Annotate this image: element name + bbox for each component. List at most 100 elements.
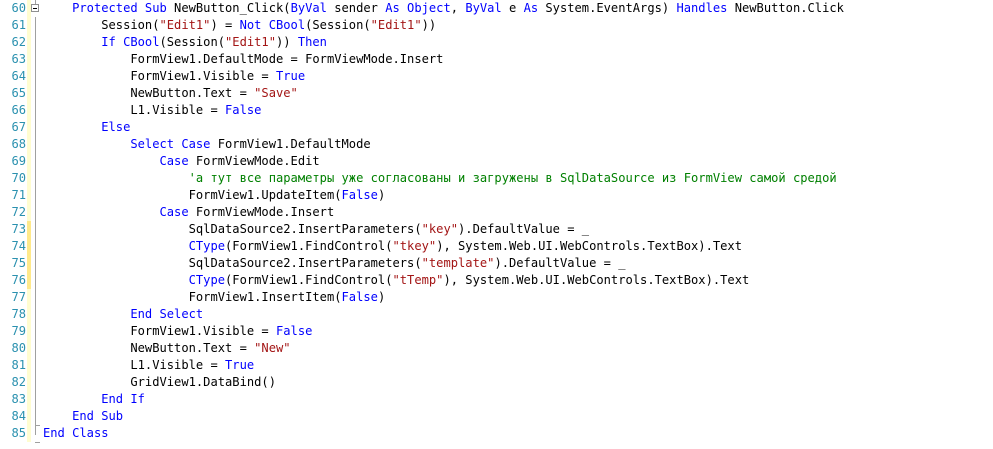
code-text[interactable]: Else — [43, 119, 130, 136]
plain-token: System.EventArgs) — [538, 1, 677, 15]
code-text[interactable]: 'а тут все параметры уже согласованы и з… — [43, 170, 837, 187]
code-text[interactable]: NewButton.Text = "Save" — [43, 85, 297, 102]
code-text[interactable]: FormView1.InsertItem(False) — [43, 289, 386, 306]
line-number: 63 — [11, 52, 26, 66]
code-line[interactable]: 71 FormView1.UpdateItem(False) — [0, 187, 993, 204]
string-token: "tTemp" — [392, 273, 444, 287]
string-token: "New" — [254, 341, 291, 355]
margin-marker — [27, 17, 31, 34]
plain-token: Session( — [43, 18, 160, 32]
code-text[interactable]: FormView1.DefaultMode = FormViewMode.Ins… — [43, 51, 443, 68]
keyword-token: Else — [101, 120, 131, 134]
code-line[interactable]: 81 L1.Visible = True — [0, 357, 993, 374]
plain-token: (FormView1.FindControl( — [225, 239, 393, 253]
code-text[interactable]: CType(FormView1.FindControl("tkey"), Sys… — [43, 238, 742, 255]
margin-marker — [27, 289, 31, 306]
line-number: 60 — [11, 1, 26, 15]
code-text[interactable]: FormView1.Visible = True — [43, 68, 305, 85]
margin-marker — [27, 425, 31, 442]
line-number: 85 — [11, 426, 26, 440]
line-number: 80 — [11, 341, 26, 355]
keyword-token: As — [523, 1, 539, 15]
code-line[interactable]: 61 Session("Edit1") = Not CBool(Session(… — [0, 17, 993, 34]
code-line[interactable]: 74 CType(FormView1.FindControl("tkey"), … — [0, 238, 993, 255]
code-line[interactable]: 82 GridView1.DataBind() — [0, 374, 993, 391]
code-line[interactable]: 72 Case FormViewMode.Insert — [0, 204, 993, 221]
comment-token: 'а тут все параметры уже согласованы и з… — [188, 171, 837, 185]
plain-token: (Session( — [159, 35, 226, 49]
code-text[interactable]: Case FormViewMode.Insert — [43, 204, 335, 221]
code-line[interactable]: 73 SqlDataSource2.InsertParameters("key"… — [0, 221, 993, 238]
code-text[interactable]: End Sub — [43, 408, 123, 425]
code-text[interactable]: SqlDataSource2.InsertParameters("templat… — [43, 255, 626, 272]
plain-token: L1.Visible = — [43, 103, 226, 117]
code-line[interactable]: 70 'а тут все параметры уже согласованы … — [0, 170, 993, 187]
code-line[interactable]: 69 Case FormViewMode.Edit — [0, 153, 993, 170]
code-line[interactable]: 75 SqlDataSource2.InsertParameters("temp… — [0, 255, 993, 272]
line-number: 70 — [11, 171, 26, 185]
code-text[interactable]: CType(FormView1.FindControl("tTemp"), Sy… — [43, 272, 750, 289]
code-text[interactable]: If CBool(Session("Edit1")) Then — [43, 34, 327, 51]
string-token: "template" — [421, 256, 495, 270]
code-text[interactable]: Case FormViewMode.Edit — [43, 153, 320, 170]
code-line[interactable]: 76 CType(FormView1.FindControl("tTemp"),… — [0, 272, 993, 289]
code-text[interactable]: NewButton.Text = "New" — [43, 340, 291, 357]
code-line[interactable]: 77 FormView1.InsertItem(False) — [0, 289, 993, 306]
plain-token: , — [450, 1, 466, 15]
change-marker — [27, 221, 31, 238]
line-number: 62 — [11, 35, 26, 49]
code-text[interactable]: End Class — [43, 425, 109, 442]
code-line[interactable]: 85 End Class — [0, 425, 993, 442]
code-text[interactable]: Select Case FormView1.DefaultMode — [43, 136, 370, 153]
margin-marker — [27, 68, 31, 85]
string-token: "Edit1" — [370, 18, 422, 32]
code-text[interactable]: FormView1.Visible = False — [43, 323, 312, 340]
code-line[interactable]: 68 Select Case FormView1.DefaultMode — [0, 136, 993, 153]
code-line[interactable]: 60 Protected Sub NewButton_Click(ByVal s… — [0, 0, 993, 17]
code-line[interactable]: 64 FormView1.Visible = True — [0, 68, 993, 85]
code-editor[interactable]: 60 Protected Sub NewButton_Click(ByVal s… — [0, 0, 993, 449]
code-text[interactable]: SqlDataSource2.InsertParameters("key").D… — [43, 221, 589, 238]
line-number: 75 — [11, 256, 26, 270]
code-line[interactable]: 65 NewButton.Text = "Save" — [0, 85, 993, 102]
code-line[interactable]: 78 End Select — [0, 306, 993, 323]
code-line[interactable]: 66 L1.Visible = False — [0, 102, 993, 119]
string-token: "Edit1" — [225, 35, 276, 49]
code-line[interactable]: 62 If CBool(Session("Edit1")) Then — [0, 34, 993, 51]
margin-marker — [27, 323, 31, 340]
code-text[interactable]: Protected Sub NewButton_Click(ByVal send… — [43, 0, 844, 17]
code-text[interactable]: GridView1.DataBind() — [43, 374, 276, 391]
keyword-token: False — [276, 324, 313, 338]
plain-token: sender — [326, 1, 386, 15]
code-line[interactable]: 84 End Sub — [0, 408, 993, 425]
plain-token: (Session( — [305, 18, 371, 32]
keyword-token: Case — [159, 205, 189, 219]
line-number: 83 — [11, 392, 26, 406]
margin-marker — [27, 306, 31, 323]
code-text[interactable]: End Select — [43, 306, 203, 323]
plain-token: FormView1.Visible = — [43, 69, 276, 83]
keyword-token: True — [225, 358, 255, 372]
string-token: "key" — [421, 222, 459, 236]
margin-marker — [27, 170, 31, 187]
code-text[interactable]: L1.Visible = True — [43, 357, 254, 374]
code-text[interactable]: FormView1.UpdateItem(False) — [43, 187, 386, 204]
code-line[interactable]: 79 FormView1.Visible = False — [0, 323, 993, 340]
code-line[interactable]: 63 FormView1.DefaultMode = FormViewMode.… — [0, 51, 993, 68]
code-text[interactable]: L1.Visible = False — [43, 102, 261, 119]
plain-token: L1.Visible = — [43, 358, 226, 372]
code-text[interactable]: End If — [43, 391, 145, 408]
code-line[interactable]: 67 Else — [0, 119, 993, 136]
margin-marker — [27, 374, 31, 391]
keyword-token: False — [341, 188, 378, 202]
plain-token: FormView1.Visible = — [43, 324, 276, 338]
code-line[interactable]: 83 End If — [0, 391, 993, 408]
margin-marker — [27, 340, 31, 357]
code-text[interactable]: Session("Edit1") = Not CBool(Session("Ed… — [43, 17, 436, 34]
keyword-token: End Sub — [72, 409, 124, 423]
code-line[interactable]: 80 NewButton.Text = "New" — [0, 340, 993, 357]
line-number: 81 — [11, 358, 26, 372]
